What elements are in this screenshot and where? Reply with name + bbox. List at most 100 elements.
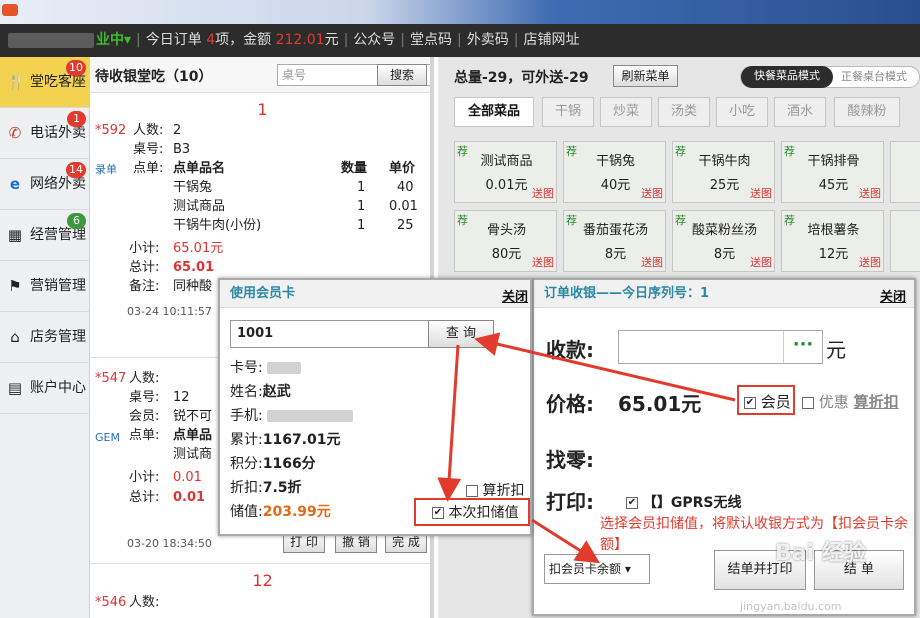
calc-discount-option[interactable]: 算折扣 bbox=[466, 480, 524, 500]
top-nav-bar: 业中▾ | 今日订单 4项，金额 212.01元 | 公众号 | 堂点码 | 外卖码 | 店铺网址 bbox=[0, 24, 920, 57]
dish-card-partial[interactable] bbox=[890, 141, 920, 203]
sidebar-item-label: 账户中心 bbox=[30, 380, 86, 396]
print-checkbox[interactable]: ✔ bbox=[626, 497, 638, 509]
mode-toggle[interactable]: 快餐菜品模式 正餐桌台模式 bbox=[740, 66, 920, 88]
calc-discount-link[interactable]: 算折扣 bbox=[854, 393, 899, 411]
highlight-member-box bbox=[737, 385, 795, 415]
dish-name: 骨头汤 bbox=[486, 223, 526, 238]
subtotal-value: 65.01元 bbox=[173, 241, 224, 256]
order-divider bbox=[91, 563, 430, 564]
watermark-logo: Bai 经验 bbox=[775, 541, 866, 566]
order-time: 03-24 10:11:57 bbox=[127, 305, 212, 318]
payment-method-value: 扣会员卡余额 bbox=[549, 562, 622, 576]
category-tab[interactable]: 汤类 bbox=[658, 97, 710, 127]
col-item-name: 点单品 bbox=[173, 428, 213, 443]
member-close-link[interactable]: 关闭 bbox=[502, 286, 528, 305]
note-label: 备注: bbox=[129, 279, 160, 294]
dish-name: 测试商品 bbox=[480, 154, 533, 169]
dish-card[interactable]: 荐 干锅排骨 45元 送图 bbox=[781, 141, 884, 203]
payment-method-select[interactable]: 扣会员卡余额 ▾ bbox=[544, 554, 650, 584]
window-title-strip bbox=[0, 0, 920, 24]
orders-header: 待收银堂吃（10） 桌号 搜索 bbox=[91, 57, 430, 93]
category-all[interactable]: 全部菜品 bbox=[454, 97, 534, 127]
col-price: 单价 bbox=[389, 161, 416, 176]
discount-label: 折扣: bbox=[230, 480, 263, 496]
sidebar-item-label: 营销管理 bbox=[30, 278, 86, 294]
promo-checkbox[interactable] bbox=[802, 396, 814, 409]
dish-card[interactable]: 荐 酸菜粉丝汤 8元 送图 bbox=[672, 210, 775, 272]
items-label: 点单: bbox=[129, 428, 160, 443]
category-tab[interactable]: 小吃 bbox=[716, 97, 768, 127]
dish-card[interactable]: 荐 番茄蛋花汤 8元 送图 bbox=[563, 210, 666, 272]
card-no-label: 卡号: bbox=[230, 360, 263, 376]
nav-link-takeout-code[interactable]: 外卖码 bbox=[467, 32, 509, 48]
order-card[interactable]: *546 人数: bbox=[95, 593, 429, 618]
business-status[interactable]: 业中▾ bbox=[96, 32, 131, 48]
item-name: 测试商品 bbox=[173, 199, 226, 214]
card-no-blurred bbox=[267, 362, 302, 374]
print-option[interactable]: ✔ 【】GPRS无线 bbox=[626, 492, 742, 512]
search-button[interactable]: 搜索 bbox=[377, 64, 427, 86]
member-card-dialog: 使用会员卡 关闭 1001 查 询 卡号: 姓名:赵武 手机: 累计:1167.… bbox=[218, 278, 532, 536]
use-balance-option[interactable]: ✔ 本次扣储值 bbox=[432, 502, 518, 522]
balance-label: 储值: bbox=[230, 504, 263, 520]
nav-link-official-account[interactable]: 公众号 bbox=[353, 32, 395, 48]
category-tab[interactable]: 酒水 bbox=[774, 97, 826, 127]
member-value: 锐不可 bbox=[173, 409, 213, 424]
promo-checkbox-group[interactable]: 优惠 算折扣 bbox=[802, 391, 899, 412]
mode-table[interactable]: 正餐桌台模式 bbox=[841, 67, 907, 87]
order-code: *546 bbox=[95, 595, 127, 610]
order-number: 12 bbox=[252, 571, 273, 590]
send-tag: 送图 bbox=[859, 256, 881, 269]
phone-row: 手机: bbox=[230, 406, 354, 426]
ie-icon: e bbox=[9, 175, 21, 193]
today-order-prefix: 今日订单 bbox=[145, 32, 202, 48]
card-number-input[interactable]: 1001 bbox=[230, 320, 430, 348]
category-tab[interactable]: 炒菜 bbox=[600, 97, 652, 127]
dish-card[interactable]: 荐 培根薯条 12元 送图 bbox=[781, 210, 884, 272]
category-tab[interactable]: 酸辣粉 bbox=[834, 97, 900, 127]
nav-link-shop-url[interactable]: 店铺网址 bbox=[523, 32, 579, 48]
query-button[interactable]: 查 询 bbox=[428, 320, 494, 348]
sidebar-item-label: 网络外卖 bbox=[30, 176, 86, 192]
refresh-menu-button[interactable]: 刷新菜单 bbox=[613, 65, 678, 87]
shop-name-blurred bbox=[8, 33, 94, 48]
phone-icon: ✆ bbox=[8, 124, 22, 142]
nav-link-dine-in-code[interactable]: 堂点码 bbox=[410, 32, 452, 48]
balance-row: 储值:203.99元 bbox=[230, 502, 331, 522]
send-tag: 送图 bbox=[532, 256, 554, 269]
sidebar-item-marketing[interactable]: ⚑ 营销管理 bbox=[0, 261, 90, 312]
today-order-suffix: 元 bbox=[324, 32, 339, 48]
more-options-button[interactable]: ··· bbox=[783, 330, 823, 364]
name-label: 姓名: bbox=[230, 384, 263, 400]
points-row: 积分:1166分 bbox=[230, 454, 316, 474]
use-balance-checkbox[interactable]: ✔ bbox=[432, 507, 444, 519]
col-item-name: 点单品名 bbox=[173, 161, 226, 176]
mode-fast-food[interactable]: 快餐菜品模式 bbox=[741, 66, 833, 88]
balance-value: 203.99元 bbox=[262, 504, 331, 520]
dish-name: 干锅兔 bbox=[595, 154, 635, 169]
sidebar-item-account[interactable]: ▤ 账户中心 bbox=[0, 363, 90, 414]
item-qty: 1 bbox=[357, 218, 366, 233]
dish-card-partial[interactable] bbox=[890, 210, 920, 272]
send-tag: 送图 bbox=[750, 256, 772, 269]
sidebar-item-web-takeout[interactable]: e 网络外卖 14 bbox=[0, 159, 90, 210]
dish-card[interactable]: 荐 测试商品 0.01元 送图 bbox=[454, 141, 557, 203]
category-tab[interactable]: 干锅 bbox=[542, 97, 594, 127]
order-tag: 录单 bbox=[95, 163, 117, 176]
sidebar-item-phone-takeout[interactable]: ✆ 电话外卖 1 bbox=[0, 108, 90, 159]
card-icon: ▤ bbox=[7, 379, 23, 397]
calc-discount-checkbox[interactable] bbox=[466, 485, 478, 497]
dish-card[interactable]: 荐 干锅牛肉 25元 送图 bbox=[672, 141, 775, 203]
col-qty: 数量 bbox=[341, 161, 368, 176]
sidebar-item-store[interactable]: ⌂ 店务管理 bbox=[0, 312, 90, 363]
sidebar-item-business[interactable]: ▦ 经营管理 6 bbox=[0, 210, 90, 261]
points-value: 1166分 bbox=[262, 456, 316, 472]
dish-card[interactable]: 荐 干锅兔 40元 送图 bbox=[563, 141, 666, 203]
item-name: 测试商 bbox=[173, 447, 213, 462]
checkout-close-link[interactable]: 关闭 bbox=[880, 286, 906, 305]
note-value: 同种酸 bbox=[173, 279, 213, 294]
dish-card[interactable]: 荐 骨头汤 80元 送图 bbox=[454, 210, 557, 272]
print-option-label: 【】GPRS无线 bbox=[642, 495, 742, 511]
sidebar-item-dine-in[interactable]: 🍴 堂吃客座 10 bbox=[0, 57, 90, 108]
